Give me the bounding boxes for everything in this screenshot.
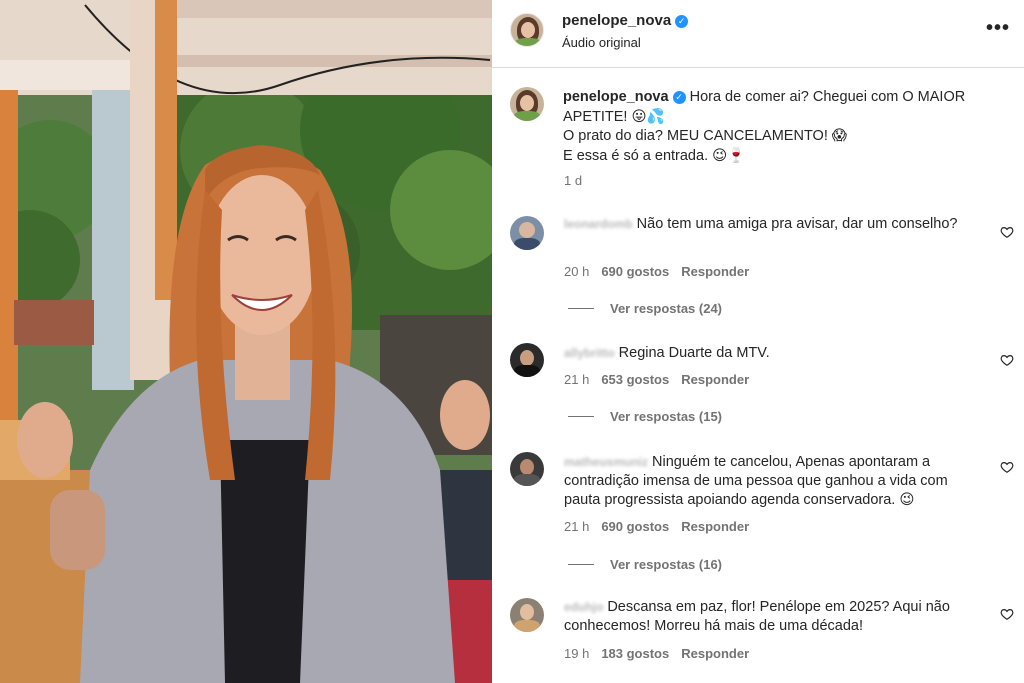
- comment-body: allybritto Regina Duarte da MTV.: [564, 344, 984, 363]
- comment-body: leonardomb Não tem uma amiga pra avisar, …: [564, 215, 984, 234]
- commenter-avatar[interactable]: [510, 452, 544, 486]
- heart-icon[interactable]: [1000, 353, 1014, 367]
- comment-meta: 21 h 690 gostos Responder: [564, 519, 761, 534]
- commenter-avatar[interactable]: [510, 216, 544, 250]
- caption-line-2: O prato do dia? MEU CANCELAMENTO! 😱: [563, 128, 847, 144]
- view-replies-button[interactable]: Ver respostas (24): [568, 301, 722, 316]
- post-caption: penelope_nova ✓ Hora de comer ai? Cheguei…: [563, 88, 1003, 166]
- comment-meta: 20 h 690 gostos Responder: [564, 264, 761, 279]
- heart-icon[interactable]: [1000, 225, 1014, 239]
- comment-meta: 21 h 653 gostos Responder: [564, 372, 761, 387]
- view-replies-label[interactable]: Ver respostas (24): [610, 301, 722, 316]
- comment-time[interactable]: 21 h: [564, 519, 589, 534]
- reply-button[interactable]: Responder: [681, 372, 749, 387]
- view-replies-button[interactable]: Ver respostas (15): [568, 409, 722, 424]
- commenter-username[interactable]: matheusmuniz: [564, 453, 648, 472]
- author-avatar[interactable]: [510, 13, 544, 47]
- post-age[interactable]: 1 d: [564, 173, 582, 188]
- reply-button[interactable]: Responder: [681, 646, 749, 661]
- heart-icon[interactable]: [1000, 460, 1014, 474]
- comment-likes[interactable]: 690 gostos: [601, 264, 669, 279]
- commenter-username[interactable]: allybritto: [564, 344, 615, 363]
- post-side-panel: penelope_nova ✓ Áudio original ••• penelo…: [492, 0, 1024, 683]
- reply-button[interactable]: Responder: [681, 264, 749, 279]
- caption-username[interactable]: penelope_nova: [563, 89, 669, 105]
- comment-text: Regina Duarte da MTV.: [618, 345, 770, 361]
- commenter-username[interactable]: eduhjo: [564, 598, 603, 617]
- video-frame-image: [0, 0, 492, 683]
- caption-line-3: E essa é só a entrada. 😉🍷: [563, 147, 746, 164]
- author-username-text[interactable]: penelope_nova: [562, 12, 671, 29]
- comment-likes[interactable]: 183 gostos: [601, 646, 669, 661]
- comment-text: Não tem uma amiga pra avisar, dar um con…: [636, 216, 958, 232]
- more-options-icon[interactable]: •••: [986, 18, 1010, 38]
- comment-body: eduhjo Descansa em paz, flor! Penélope em…: [564, 598, 984, 636]
- comment-body: matheusmuniz Ninguém te cancelou, Apenas …: [564, 453, 984, 510]
- comment-time[interactable]: 21 h: [564, 372, 589, 387]
- comment-time[interactable]: 20 h: [564, 264, 589, 279]
- audio-label[interactable]: Áudio original: [562, 35, 641, 50]
- commenter-avatar[interactable]: [510, 598, 544, 632]
- post-header: penelope_nova ✓ Áudio original •••: [492, 0, 1024, 68]
- commenter-avatar[interactable]: [510, 343, 544, 377]
- verified-badge-icon: ✓: [672, 91, 686, 104]
- caption-author-avatar[interactable]: [510, 87, 544, 121]
- reply-button[interactable]: Responder: [681, 519, 749, 534]
- replies-divider: [568, 308, 594, 309]
- post-media-video[interactable]: [0, 0, 492, 683]
- comment-likes[interactable]: 690 gostos: [601, 519, 669, 534]
- comment-text: Descansa em paz, flor! Penélope em 2025?…: [564, 599, 950, 634]
- view-replies-label[interactable]: Ver respostas (15): [610, 409, 722, 424]
- comment-time[interactable]: 19 h: [564, 646, 589, 661]
- verified-badge-icon: ✓: [675, 15, 689, 28]
- commenter-username[interactable]: leonardomb: [564, 215, 633, 234]
- comment-likes[interactable]: 653 gostos: [601, 372, 669, 387]
- replies-divider: [568, 416, 594, 417]
- view-replies-button[interactable]: Ver respostas (16): [568, 557, 722, 572]
- heart-icon[interactable]: [1000, 607, 1014, 621]
- view-replies-label[interactable]: Ver respostas (16): [610, 557, 722, 572]
- replies-divider: [568, 564, 594, 565]
- comment-meta: 19 h 183 gostos Responder: [564, 646, 761, 661]
- author-username[interactable]: penelope_nova ✓: [562, 12, 689, 29]
